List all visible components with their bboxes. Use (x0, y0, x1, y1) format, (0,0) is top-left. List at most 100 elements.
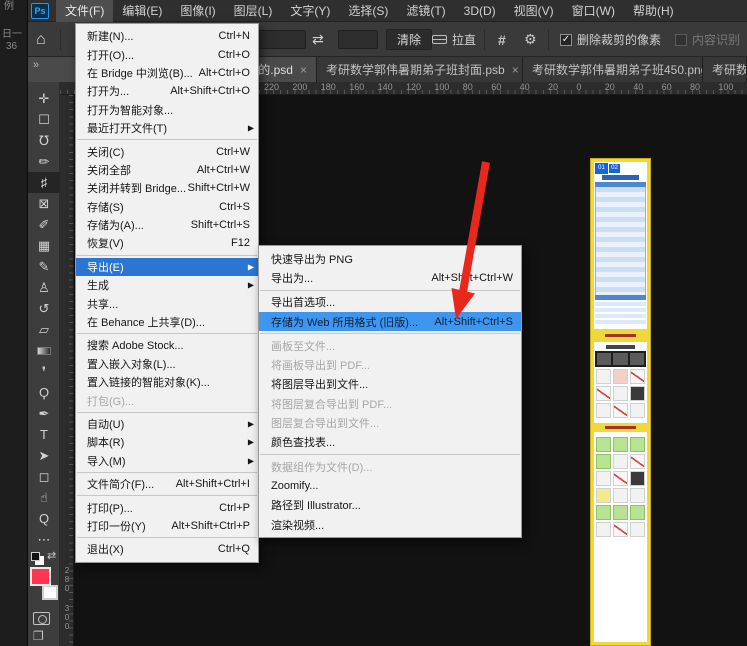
preview-yellow-band (594, 329, 647, 342)
home-icon[interactable]: ⌂ (36, 22, 46, 57)
file-menu-item-close-all[interactable]: 关闭全部 Alt+Ctrl+W (76, 161, 258, 179)
export-submenu: 快速导出为 PNG 导出为... Alt+Shift+Ctrl+W 导出首选项... 存… (258, 245, 522, 539)
export-menu-item-paths-to-illustrator[interactable]: 路径到 Illustrator... (259, 496, 521, 515)
eyedropper-tool[interactable]: ✐ (28, 214, 60, 235)
menubar-item-image[interactable]: 图像(I) (171, 0, 224, 22)
export-menu-item-save-for-web-legacy[interactable]: 存储为 Web 所用格式 (旧版)... Alt+Shift+Ctrl+S (259, 311, 521, 332)
crop-overlay-icon[interactable]: # (498, 22, 506, 57)
brush-tool[interactable]: ✎ (28, 256, 60, 277)
pen-tool[interactable]: ✒ (28, 403, 60, 424)
type-tool[interactable]: T (28, 424, 60, 445)
tab-title: 考研数学郭 (712, 63, 747, 77)
file-menu-item-new[interactable]: 新建(N)... Ctrl+N (76, 27, 258, 45)
zoom-tool[interactable]: Q (28, 508, 60, 529)
menubar-item-select[interactable]: 选择(S) (339, 0, 397, 22)
edge-glyph: 日一 (2, 29, 22, 40)
gradient-tool[interactable] (28, 340, 60, 361)
file-menu-item-browse-in-bridge[interactable]: 在 Bridge 中浏览(B)... Alt+Ctrl+O (76, 64, 258, 82)
menubar-item-3d[interactable]: 3D(D) (455, 0, 505, 22)
document-tab[interactable]: 考研数学郭 (703, 57, 747, 82)
export-menu-item-color-lookup-tables[interactable]: 颜色查找表... (259, 433, 521, 452)
dodge-tool[interactable]: Ϙ (28, 382, 60, 403)
export-menu-item-export-as[interactable]: 导出为... Alt+Shift+Ctrl+W (259, 268, 521, 287)
document-tab[interactable]: 考研数学郭伟暑期弟子班封面.psb × (317, 57, 523, 82)
menubar-item-window[interactable]: 窗口(W) (563, 0, 624, 22)
tab-title: 考研数学郭伟暑期弟子班封面.psb (326, 63, 505, 77)
background-color-swatch[interactable] (42, 585, 58, 600)
screen-mode-button[interactable]: ❐ (33, 629, 44, 643)
edit-toolbar[interactable]: ⋯ (28, 529, 60, 550)
crop-settings-gear-icon[interactable]: ⚙ (524, 22, 537, 57)
hand-tool[interactable]: ☝ (28, 487, 60, 508)
clear-button[interactable]: 清除 (386, 29, 433, 50)
default-colors-icon[interactable] (31, 552, 40, 561)
foreground-color-swatch[interactable] (30, 567, 51, 586)
file-menu-item-open-as-smart-object[interactable]: 打开为智能对象... (76, 101, 258, 119)
menubar-item-help[interactable]: 帮助(H) (624, 0, 683, 22)
menubar-item-filter[interactable]: 滤镜(T) (397, 0, 454, 22)
shape-tool[interactable]: ◻ (28, 466, 60, 487)
healing-brush-tool[interactable]: ▦ (28, 235, 60, 256)
swap-colors-icon[interactable]: ⇄ (47, 549, 56, 562)
file-menu-item-save[interactable]: 存储(S) Ctrl+S (76, 198, 258, 216)
file-menu-item-place-linked[interactable]: 置入链接的智能对象(K)... (76, 373, 258, 391)
path-selection-tool[interactable]: ➤ (28, 445, 60, 466)
menu-shortcut: Shift+Ctrl+S (190, 219, 250, 232)
tab-close-icon[interactable]: × (300, 63, 307, 77)
file-menu-item-scripts[interactable]: 脚本(R) ▶ (76, 433, 258, 451)
document-tab[interactable]: 考研数学郭伟暑期弟子班450.png× (523, 57, 703, 82)
file-menu-item-automate[interactable]: 自动(U) ▶ (76, 415, 258, 433)
export-menu-item-label: 将画板导出到 PDF... (271, 360, 371, 373)
lasso-tool[interactable]: ℧ (28, 130, 60, 151)
document-preview[interactable]: 01 02 (590, 158, 651, 646)
file-menu-item-print[interactable]: 打印(P)... Ctrl+P (76, 498, 258, 516)
export-menu-item-layers-to-files[interactable]: 将图层导出到文件... (259, 375, 521, 394)
tab-close-icon[interactable]: × (512, 63, 519, 77)
export-menu-item-quick-export-as-png[interactable]: 快速导出为 PNG (259, 249, 521, 268)
export-menu-item-zoomify[interactable]: Zoomify... (259, 476, 521, 495)
marquee-tool[interactable]: ☐ (28, 109, 60, 130)
file-menu-item-open-as[interactable]: 打开为... Alt+Shift+Ctrl+O (76, 82, 258, 100)
file-menu-item-file-info[interactable]: 文件简介(F)... Alt+Shift+Ctrl+I (76, 475, 258, 493)
menubar-item-type[interactable]: 文字(Y) (281, 0, 339, 22)
file-menu-item-search-adobe-stock[interactable]: 搜索 Adobe Stock... (76, 336, 258, 354)
export-menu-item-export-preferences[interactable]: 导出首选项... (259, 293, 521, 312)
file-menu-item-exit[interactable]: 退出(X) Ctrl+Q (76, 540, 258, 558)
history-brush-tool[interactable]: ↺ (28, 298, 60, 319)
toolbar-collapse-icon[interactable]: » (33, 59, 39, 71)
menu-shortcut: Ctrl+N (218, 30, 250, 43)
file-menu-item-share-on-behance[interactable]: 在 Behance 上共享(D)... (76, 313, 258, 331)
delete-cropped-pixels-checkbox[interactable]: ✓ 删除裁剪的像素 (560, 22, 661, 57)
straighten-control[interactable]: 拉直 (432, 22, 476, 57)
file-menu-item-print-one-copy[interactable]: 打印一份(Y) Alt+Shift+Ctrl+P (76, 517, 258, 535)
move-tool[interactable]: ✛ (28, 88, 60, 109)
quick-mask-button[interactable] (33, 612, 50, 625)
frame-tool[interactable]: ⊠ (28, 193, 60, 214)
file-menu-item-open-recent[interactable]: 最近打开文件(T) ▶ (76, 119, 258, 137)
file-menu-item-place-embedded[interactable]: 置入嵌入对象(L)... (76, 355, 258, 373)
eraser-tool[interactable]: ▱ (28, 319, 60, 340)
file-menu-item-save-as[interactable]: 存储为(A)... Shift+Ctrl+S (76, 216, 258, 234)
file-menu-item-close-and-go-to-bridge[interactable]: 关闭并转到 Bridge... Shift+Ctrl+W (76, 179, 258, 197)
file-menu-item-export[interactable]: 导出(E) ▶ (76, 257, 258, 277)
export-menu-item-label: 颜色查找表... (271, 437, 336, 450)
file-menu-item-open[interactable]: 打开(O)... Ctrl+O (76, 45, 258, 63)
menubar-item-file[interactable]: 文件(F) (56, 0, 114, 22)
quick-selection-tool[interactable]: ✏ (28, 151, 60, 172)
swap-dimensions-icon[interactable]: ⇄ (312, 22, 324, 57)
menubar-item-edit[interactable]: 编辑(E) (113, 0, 171, 22)
crop-height-field[interactable] (338, 30, 378, 49)
ruler-label: 40 (519, 82, 530, 92)
file-menu-item-label: 关闭全部 (87, 164, 131, 177)
file-menu-item-share[interactable]: 共享... (76, 294, 258, 312)
blur-tool[interactable]: ❜ (28, 361, 60, 382)
crop-tool[interactable]: ♯ (28, 172, 60, 193)
clone-stamp-tool[interactable]: ♙ (28, 277, 60, 298)
file-menu-item-import[interactable]: 导入(M) ▶ (76, 452, 258, 470)
file-menu-item-close[interactable]: 关闭(C) Ctrl+W (76, 142, 258, 160)
menubar-item-view[interactable]: 视图(V) (505, 0, 563, 22)
file-menu-item-generate[interactable]: 生成 ▶ (76, 276, 258, 294)
menubar-item-layer[interactable]: 图层(L) (225, 0, 282, 22)
file-menu-item-revert[interactable]: 恢复(V) F12 (76, 234, 258, 252)
export-menu-item-render-video[interactable]: 渲染视频... (259, 515, 521, 534)
